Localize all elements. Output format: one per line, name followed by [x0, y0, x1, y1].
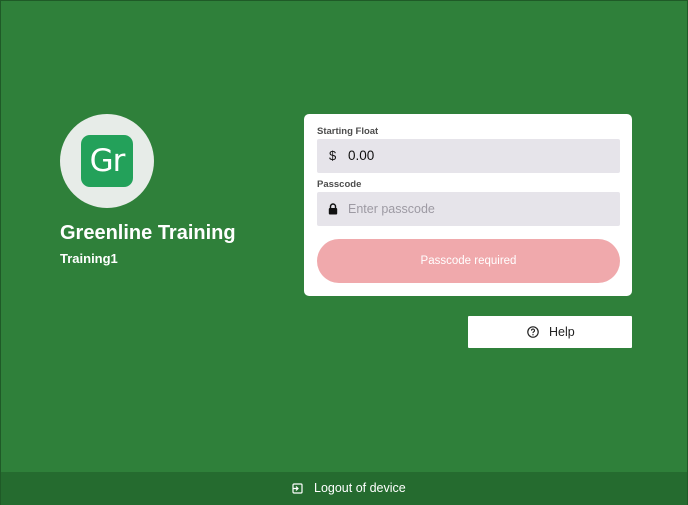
starting-float-value: 0.00: [348, 148, 375, 163]
currency-symbol: $: [329, 148, 337, 163]
logout-label: Logout of device: [314, 481, 406, 495]
brand-logo: Gr: [81, 135, 133, 187]
help-label: Help: [549, 325, 575, 339]
login-card: Starting Float $ 0.00 Passcode Passcode …: [304, 114, 632, 296]
login-screen: Gr Greenline Training Training1 Starting…: [0, 0, 688, 505]
logo-badge: Gr: [60, 114, 154, 208]
help-button[interactable]: Help: [468, 316, 632, 348]
question-circle-icon: [527, 326, 539, 338]
logout-icon: [292, 483, 303, 494]
footer-bar: Logout of device: [1, 472, 687, 505]
starting-float-field[interactable]: $ 0.00: [317, 139, 620, 173]
passcode-input[interactable]: [348, 192, 608, 226]
starting-float-label: Starting Float: [317, 126, 379, 137]
passcode-field: [317, 192, 620, 226]
submit-button[interactable]: Passcode required: [317, 239, 620, 283]
organization-name: Greenline Training: [60, 222, 236, 244]
passcode-label: Passcode: [317, 179, 362, 190]
lock-icon: [328, 203, 338, 215]
user-name: Training1: [60, 251, 118, 266]
